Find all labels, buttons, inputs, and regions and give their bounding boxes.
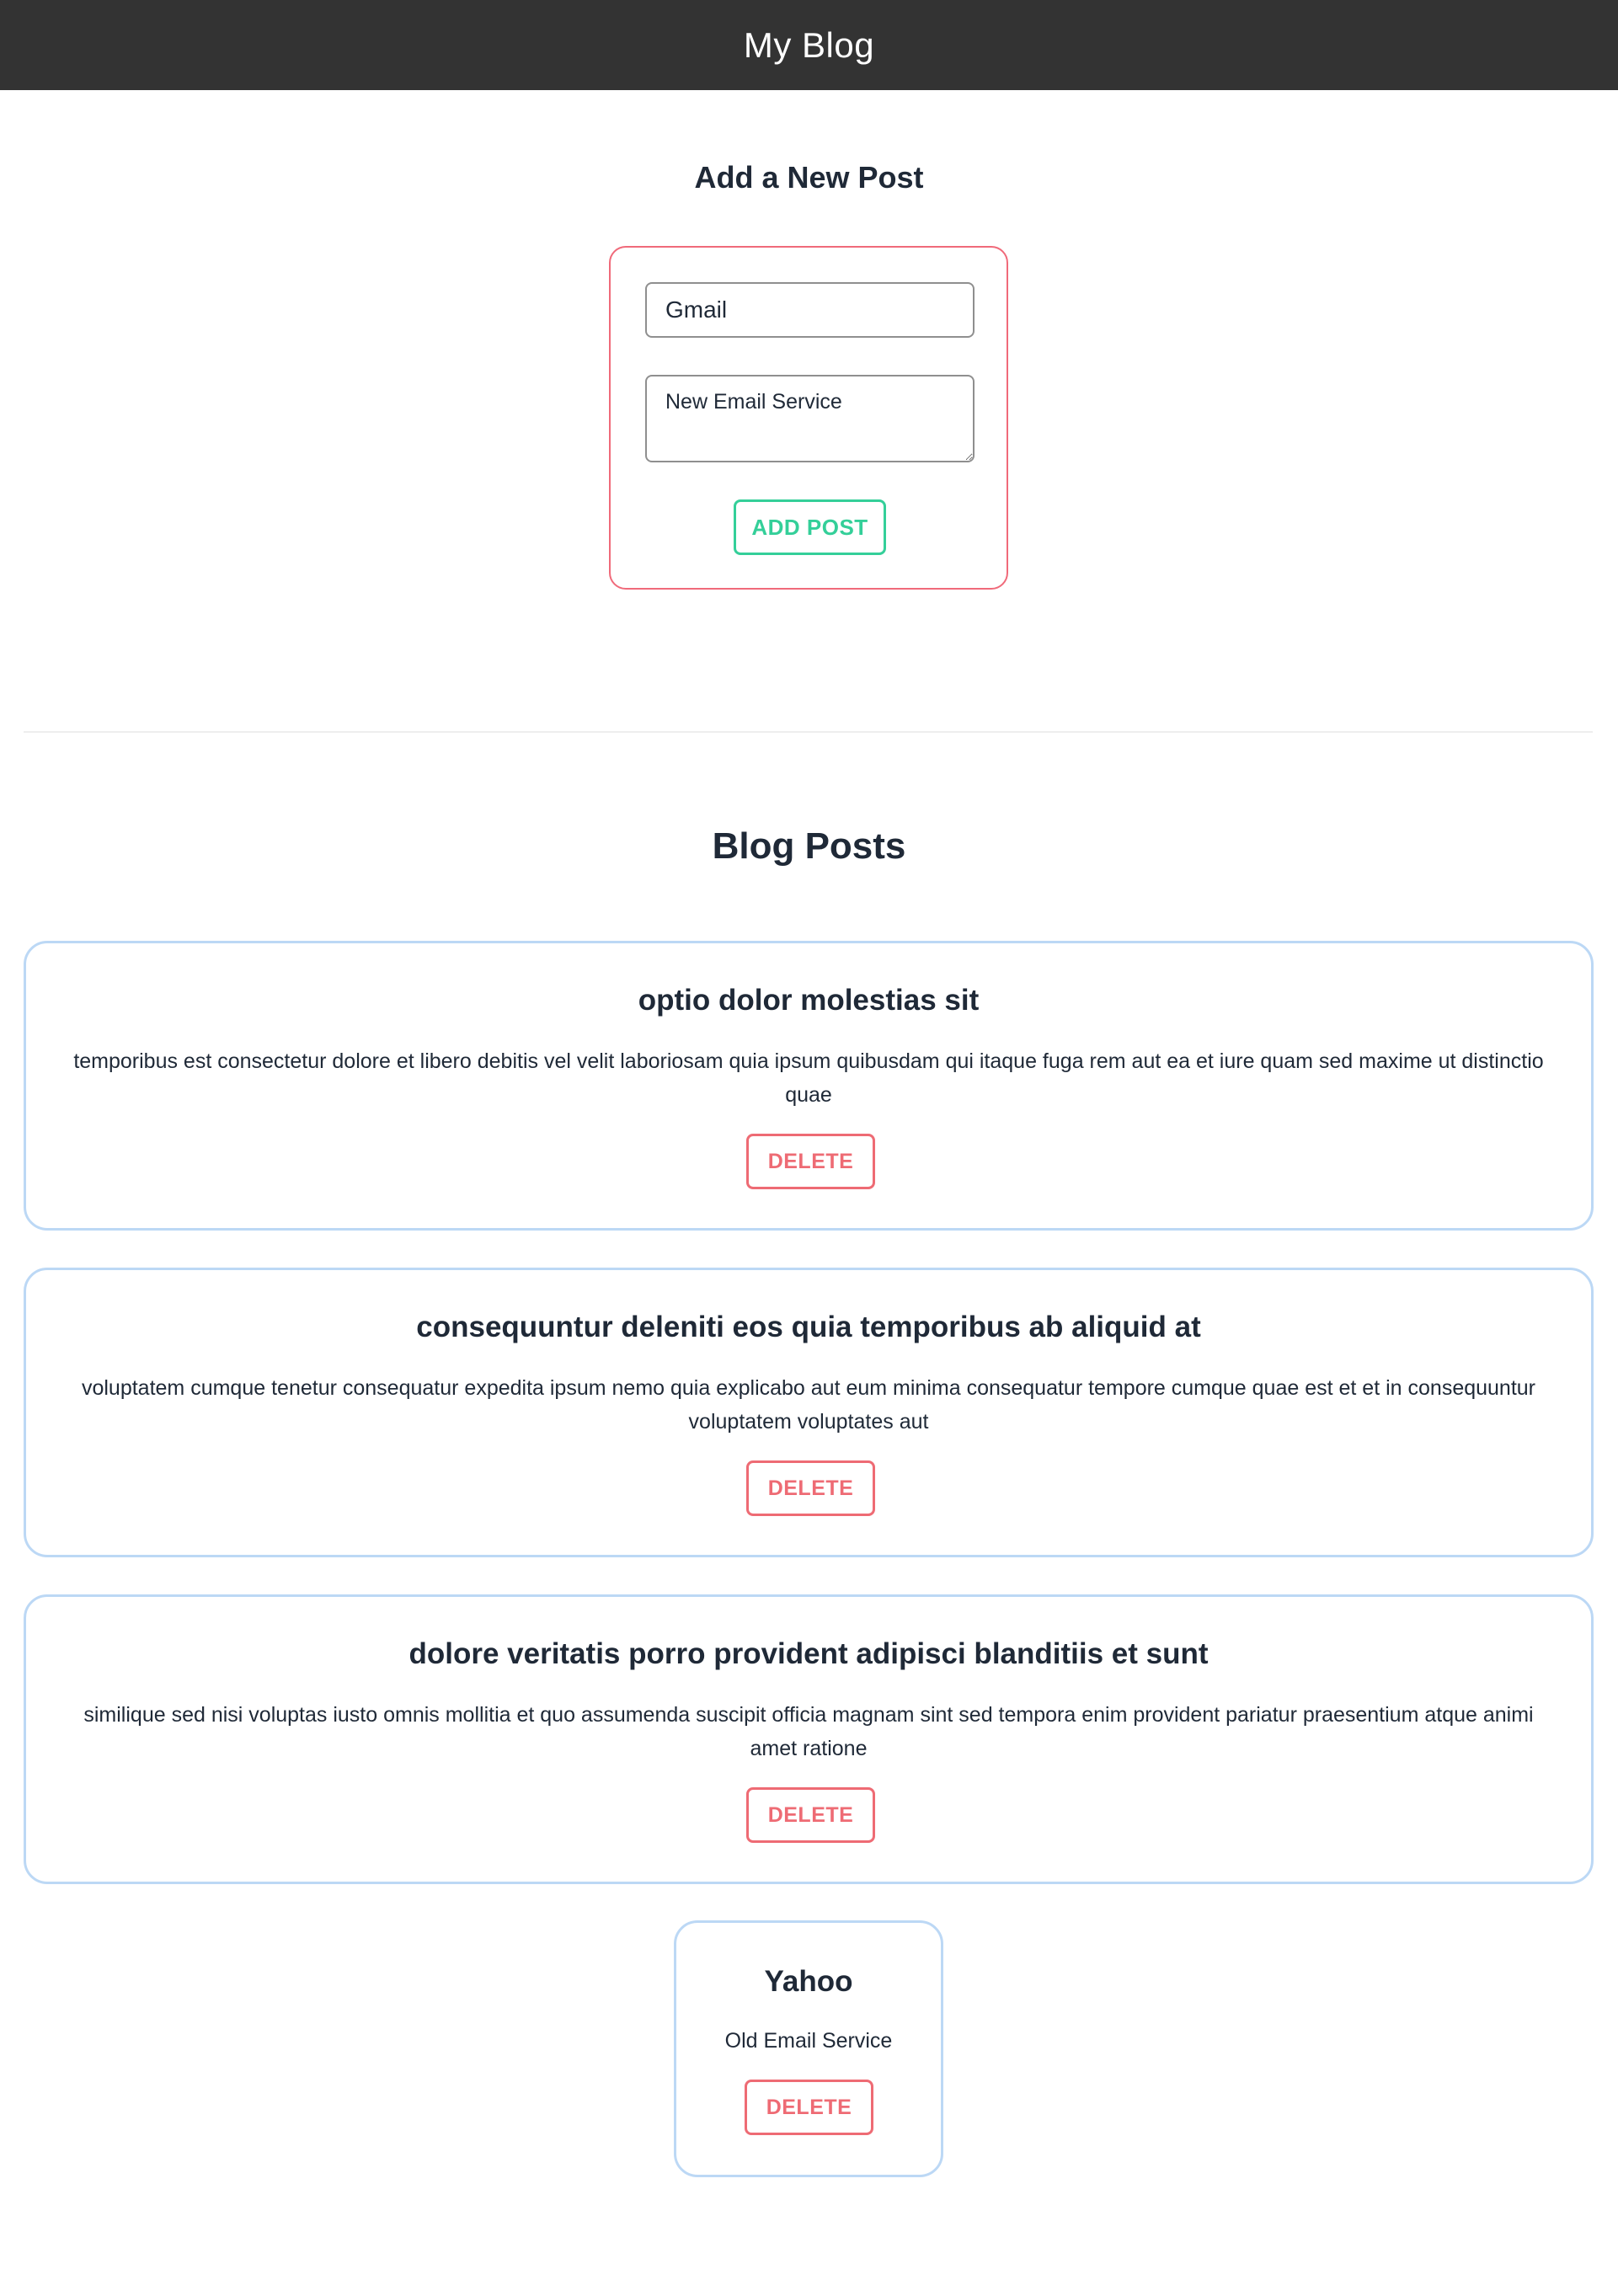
add-post-button[interactable]: ADD POST [734, 499, 886, 555]
post-title: Yahoo [764, 1965, 853, 1998]
post-body-textarea[interactable]: New Email Service [645, 375, 975, 462]
post-card: dolore veritatis porro provident adipisc… [24, 1594, 1594, 1884]
post-card: consequuntur deleniti eos quia temporibu… [24, 1268, 1594, 1557]
post-title: optio dolor molestias sit [638, 984, 980, 1017]
delete-post-button[interactable]: DELETE [746, 1460, 875, 1516]
add-post-form: New Email Service ADD POST [609, 246, 1008, 590]
add-post-heading: Add a New Post [694, 160, 924, 195]
blog-posts-heading: Blog Posts [712, 825, 906, 867]
post-body: Old Email Service [724, 2029, 893, 2053]
post-body: similique sed nisi voluptas iusto omnis … [83, 1703, 1534, 1760]
post-body: temporibus est consectetur dolore et lib… [73, 1049, 1544, 1107]
app-header: My Blog [0, 0, 1618, 90]
post-title: consequuntur deleniti eos quia temporibu… [416, 1311, 1201, 1343]
post-title: dolore veritatis porro provident adipisc… [409, 1637, 1209, 1670]
delete-post-button[interactable]: DELETE [746, 1787, 875, 1843]
post-card: optio dolor molestias sit temporibus est… [24, 941, 1594, 1231]
section-divider [24, 731, 1593, 733]
post-title-input[interactable] [645, 282, 975, 338]
post-body: voluptatem cumque tenetur consequatur ex… [81, 1376, 1536, 1434]
post-card: Yahoo Old Email Service DELETE [674, 1920, 943, 2177]
delete-post-button[interactable]: DELETE [745, 2080, 873, 2135]
site-title: My Blog [743, 24, 875, 65]
delete-post-button[interactable]: DELETE [746, 1134, 875, 1189]
